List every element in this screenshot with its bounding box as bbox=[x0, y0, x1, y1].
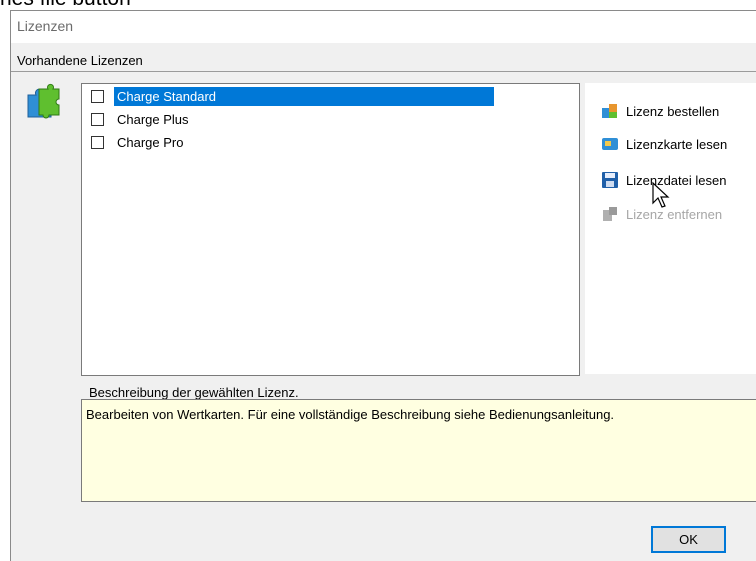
read-license-file-label: Lizenzdatei lesen bbox=[626, 172, 727, 188]
mouse-cursor-icon bbox=[652, 181, 670, 208]
floppy-disk-icon bbox=[602, 172, 618, 188]
puzzle-icon bbox=[27, 83, 60, 119]
action-panel: Lizenz bestellen Lizenzkarte lesen Lizen… bbox=[585, 83, 756, 374]
description-label: Beschreibung der gewählten Lizenz. bbox=[89, 385, 299, 400]
background-page-text: hes file button bbox=[0, 0, 131, 10]
puzzle-order-icon bbox=[602, 104, 617, 118]
group-divider bbox=[11, 71, 756, 72]
licenses-dialog: Lizenzen Vorhandene Lizenzen Charge Stan… bbox=[10, 10, 756, 561]
license-checkbox[interactable] bbox=[91, 89, 104, 103]
order-license-label: Lizenz bestellen bbox=[626, 103, 720, 119]
description-box: Bearbeiten von Wertkarten. Für eine voll… bbox=[81, 399, 756, 502]
description-text: Bearbeiten von Wertkarten. Für eine voll… bbox=[86, 407, 615, 422]
license-item-label: Charge Pro bbox=[117, 134, 184, 150]
licenses-group-label: Vorhandene Lizenzen bbox=[17, 53, 143, 68]
read-license-card-button[interactable]: Lizenzkarte lesen bbox=[601, 133, 727, 155]
titlebar: Lizenzen bbox=[11, 11, 756, 43]
read-license-card-label: Lizenzkarte lesen bbox=[626, 136, 728, 152]
background-page-clip: hes file button bbox=[0, 0, 756, 10]
license-checkbox[interactable] bbox=[91, 135, 104, 149]
license-item-charge-standard[interactable]: Charge Standard bbox=[84, 86, 494, 106]
license-item-label: Charge Standard bbox=[114, 86, 494, 106]
license-item-charge-pro[interactable]: Charge Pro bbox=[84, 132, 186, 152]
order-license-button[interactable]: Lizenz bestellen bbox=[601, 100, 719, 122]
ok-button[interactable]: OK bbox=[651, 526, 726, 553]
license-checkbox[interactable] bbox=[91, 112, 104, 126]
license-list[interactable]: Charge Standard Charge Plus Charge Pro bbox=[81, 83, 580, 376]
card-reader-icon bbox=[602, 138, 618, 150]
puzzle-remove-icon bbox=[603, 207, 617, 221]
license-item-label: Charge Plus bbox=[117, 111, 189, 127]
ok-button-label: OK bbox=[679, 532, 698, 547]
remove-license-label: Lizenz entfernen bbox=[626, 206, 723, 222]
dialog-title: Lizenzen bbox=[17, 18, 74, 34]
license-item-charge-plus[interactable]: Charge Plus bbox=[84, 109, 192, 129]
